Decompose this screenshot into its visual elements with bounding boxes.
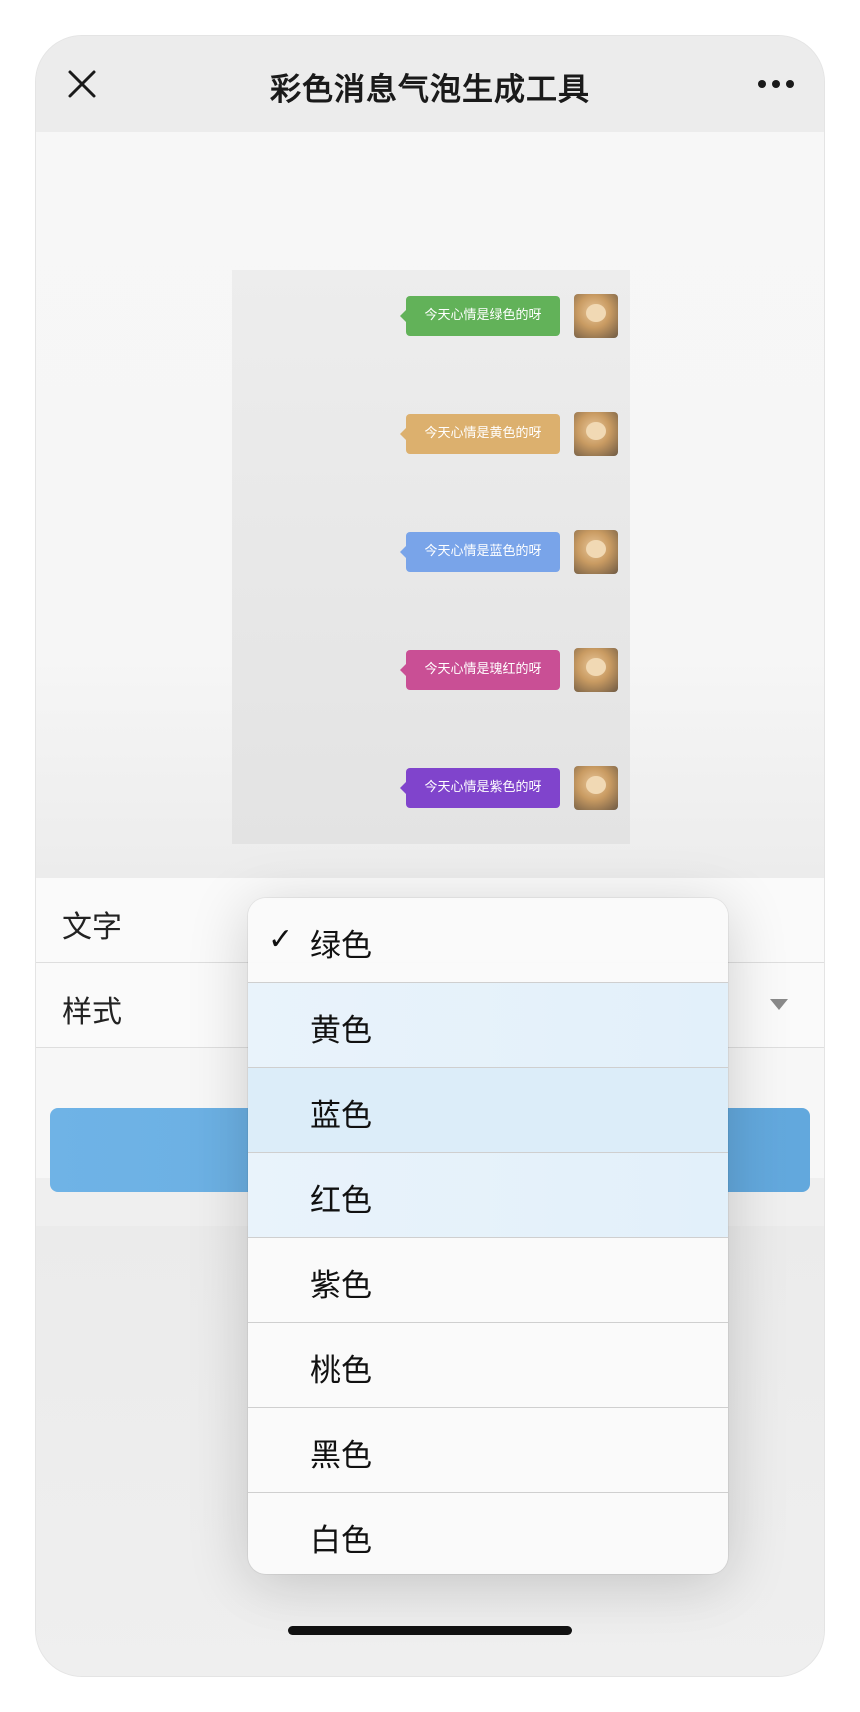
option-label: 绿色 — [310, 928, 372, 964]
text-label: 文字 — [62, 910, 122, 945]
picker-option-purple[interactable]: 紫色 — [248, 1238, 728, 1323]
option-label: 白色 — [310, 1523, 372, 1559]
picker-option-white[interactable]: 白色 — [248, 1493, 728, 1574]
option-label: 黄色 — [310, 1013, 372, 1049]
picker-option-black[interactable]: 黑色 — [248, 1408, 728, 1493]
page-title: 彩色消息气泡生成工具 — [270, 72, 590, 108]
message-row: 今天心情是蓝色的呀 — [232, 530, 630, 574]
style-label: 样式 — [62, 995, 122, 1030]
avatar — [574, 530, 618, 574]
message-bubble: 今天心情是绿色的呀 — [400, 296, 560, 336]
picker-option-peach[interactable]: 桃色 — [248, 1323, 728, 1408]
option-label: 桃色 — [310, 1353, 372, 1389]
nav-bar: 彩色消息气泡生成工具 — [36, 36, 824, 132]
picker-option-red[interactable]: 红色 — [248, 1153, 728, 1238]
checkmark-icon: ✓ — [268, 922, 294, 957]
message-row: 今天心情是瑰红的呀 — [232, 648, 630, 692]
avatar — [574, 294, 618, 338]
home-indicator — [288, 1626, 572, 1635]
option-label: 红色 — [310, 1183, 372, 1219]
content-area: 今天心情是绿色的呀 今天心情是黄色的呀 今天心情是蓝色的呀 今天心情是瑰红的呀 … — [36, 132, 824, 878]
message-bubble: 今天心情是黄色的呀 — [400, 414, 560, 454]
bubble-preview: 今天心情是绿色的呀 今天心情是黄色的呀 今天心情是蓝色的呀 今天心情是瑰红的呀 … — [232, 270, 630, 844]
message-bubble: 今天心情是紫色的呀 — [400, 768, 560, 808]
picker-option-green[interactable]: ✓ 绿色 — [248, 898, 728, 983]
more-icon[interactable] — [756, 76, 796, 92]
option-label: 紫色 — [310, 1268, 372, 1304]
message-row: 今天心情是紫色的呀 — [232, 766, 630, 810]
dropdown-arrow-icon[interactable] — [770, 999, 788, 1010]
option-label: 蓝色 — [310, 1098, 372, 1134]
color-picker-menu[interactable]: ✓ 绿色 黄色 蓝色 红色 紫色 桃色 黑色 白色 — [248, 898, 728, 1574]
phone-screen: 彩色消息气泡生成工具 今天心情是绿色的呀 今天心情是黄色的呀 今天心情是蓝色的呀 — [36, 36, 824, 1676]
avatar — [574, 648, 618, 692]
message-bubble: 今天心情是蓝色的呀 — [400, 532, 560, 572]
option-label: 黑色 — [310, 1438, 372, 1474]
message-bubble: 今天心情是瑰红的呀 — [400, 650, 560, 690]
avatar — [574, 766, 618, 810]
avatar — [574, 412, 618, 456]
message-row: 今天心情是黄色的呀 — [232, 412, 630, 456]
message-row: 今天心情是绿色的呀 — [232, 294, 630, 338]
picker-option-yellow[interactable]: 黄色 — [248, 983, 728, 1068]
picker-option-blue[interactable]: 蓝色 — [248, 1068, 728, 1153]
